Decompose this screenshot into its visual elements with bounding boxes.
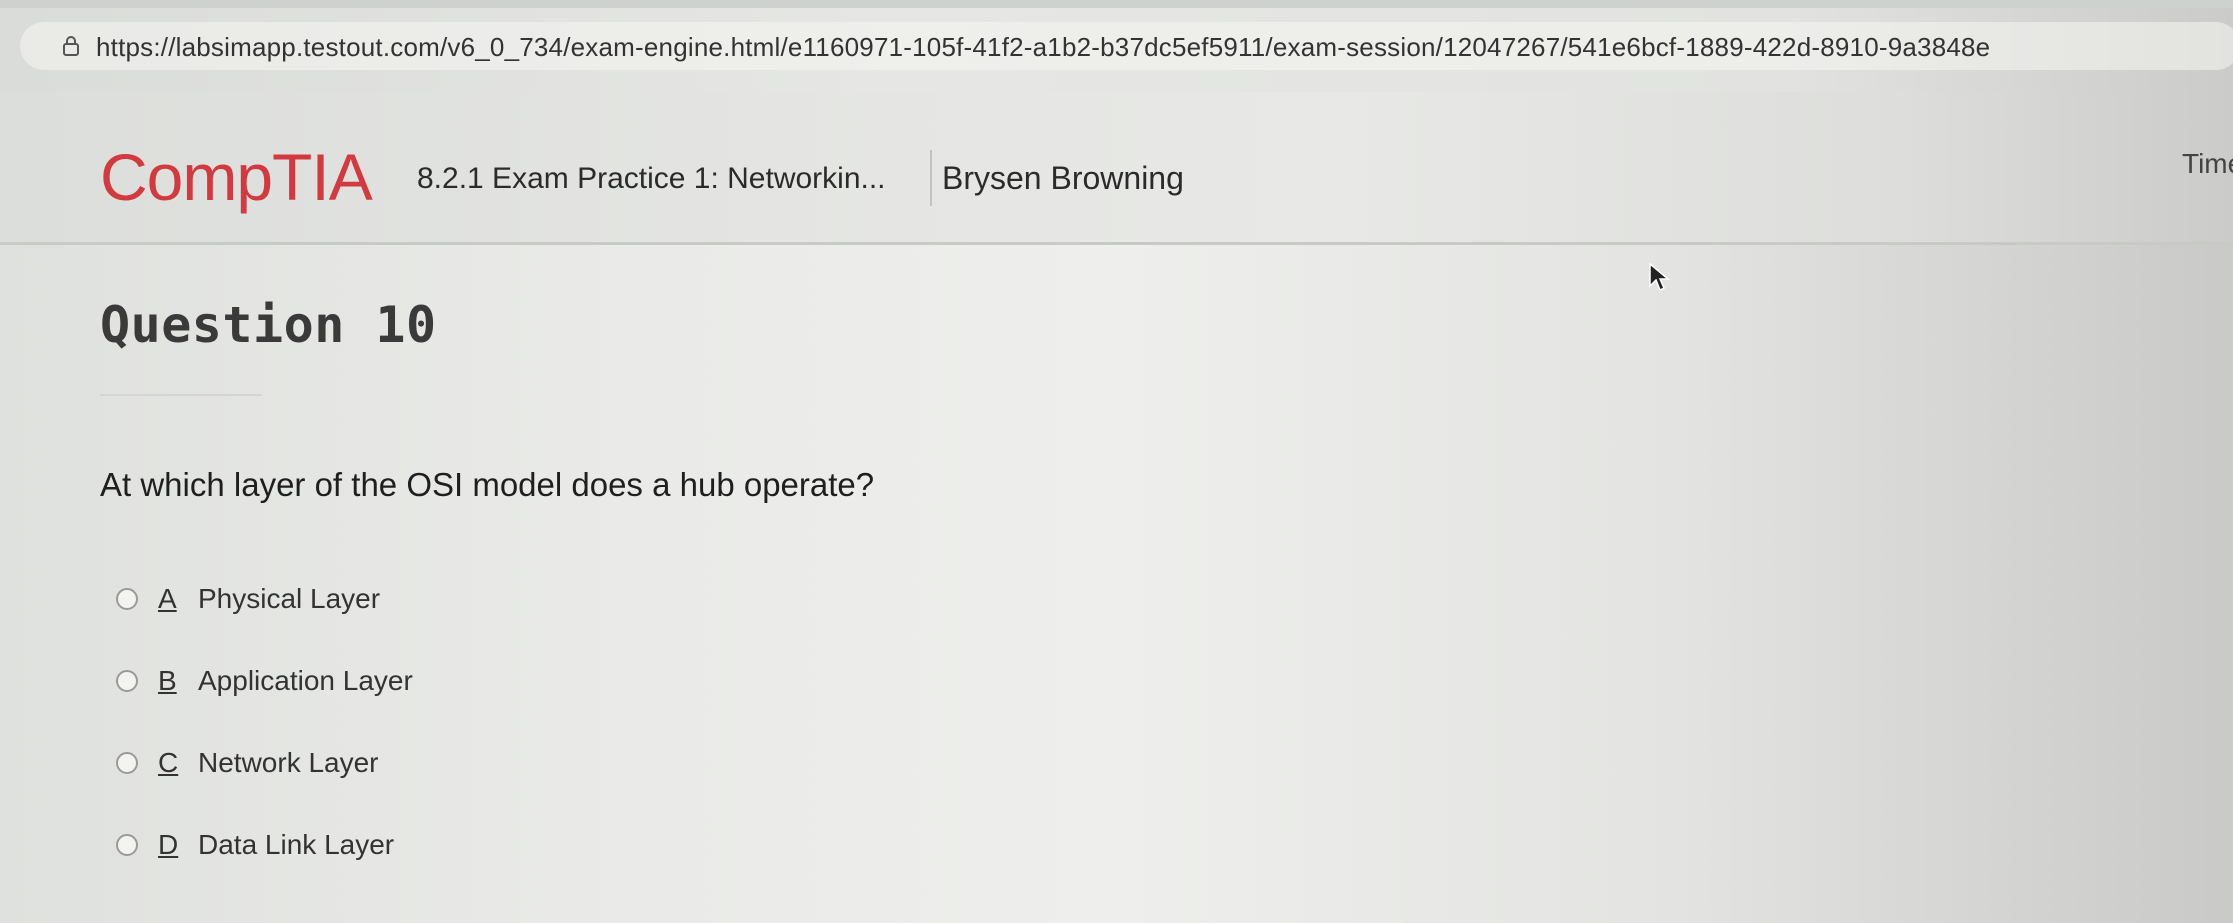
option-label[interactable]: Physical Layer [198, 583, 380, 615]
app-header: CompTIA 8.2.1 Exam Practice 1: Networkin… [0, 92, 2233, 245]
option-letter: A [158, 583, 177, 614]
radio-button[interactable] [116, 834, 138, 856]
browser-tab-strip-edge [0, 0, 2233, 8]
radio-button[interactable] [116, 588, 138, 610]
lock-icon[interactable] [62, 36, 80, 56]
heading-divider [100, 394, 262, 396]
radio-button[interactable] [116, 752, 138, 774]
answer-option-c[interactable]: C Network Layer [116, 722, 413, 804]
option-letter: C [158, 747, 179, 778]
answer-options: A Physical Layer B Application Layer C N… [116, 558, 413, 886]
question-heading: Question 10 [100, 296, 437, 354]
question-text: At which layer of the OSI model does a h… [100, 466, 875, 503]
radio-button[interactable] [116, 670, 138, 692]
option-label[interactable]: Data Link Layer [198, 829, 394, 861]
option-label[interactable]: Application Layer [198, 665, 413, 697]
option-letter: B [158, 665, 177, 696]
answer-option-b[interactable]: B Application Layer [116, 640, 413, 722]
header-divider [930, 150, 932, 206]
comptia-logo: CompTIA [100, 140, 373, 214]
exam-title: 8.2.1 Exam Practice 1: Networkin... [417, 162, 886, 195]
answer-option-d[interactable]: D Data Link Layer [116, 804, 413, 886]
url-text[interactable]: https://labsimapp.testout.com/v6_0_734/e… [96, 32, 1990, 63]
time-label: Time [2182, 148, 2233, 179]
option-letter: D [158, 829, 179, 860]
mouse-cursor-icon [1649, 262, 1670, 292]
user-name: Brysen Browning [942, 160, 1184, 196]
option-label[interactable]: Network Layer [198, 747, 379, 779]
answer-option-a[interactable]: A Physical Layer [116, 558, 413, 640]
browser-address-bar: https://labsimapp.testout.com/v6_0_734/e… [0, 0, 2233, 92]
